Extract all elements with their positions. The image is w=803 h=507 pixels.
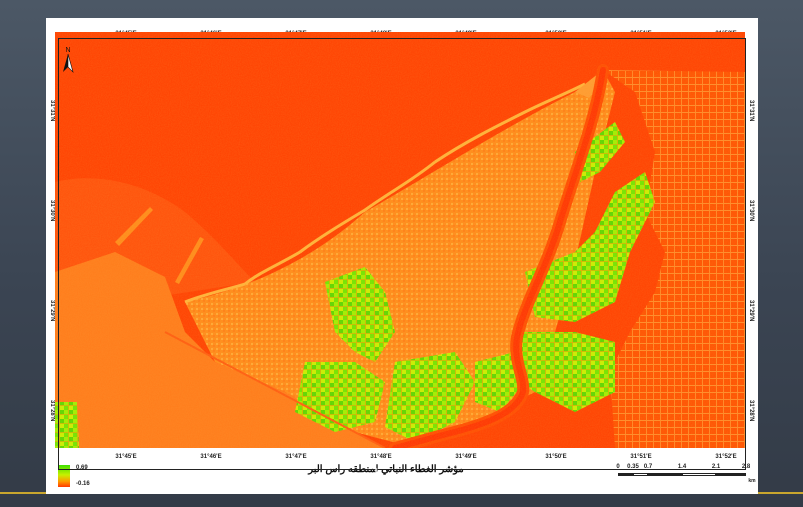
lat-tick-right: 31°28'N <box>748 400 754 422</box>
scale-segment <box>618 473 633 476</box>
watermark: خمسات <box>360 467 411 484</box>
lat-tick-right: 31°31'N <box>748 100 754 122</box>
lat-tick-right: 31°29'N <box>748 300 754 322</box>
scale-unit: km <box>748 478 756 484</box>
scale-segment <box>648 473 682 476</box>
legend-low-label: -0.16 <box>76 481 90 487</box>
map-sheet: 31°45'E 31°46'E 31°47'E 31°48'E 31°49'E … <box>46 18 758 494</box>
scale-segment <box>633 473 648 476</box>
lat-tick-right: 31°30'N <box>748 200 754 222</box>
map-frame <box>58 38 746 470</box>
scale-segment <box>716 473 746 476</box>
scale-segment <box>682 473 716 476</box>
presentation-slide: { "map": { "title": "مؤشر الغطاء النباتي… <box>0 0 803 507</box>
